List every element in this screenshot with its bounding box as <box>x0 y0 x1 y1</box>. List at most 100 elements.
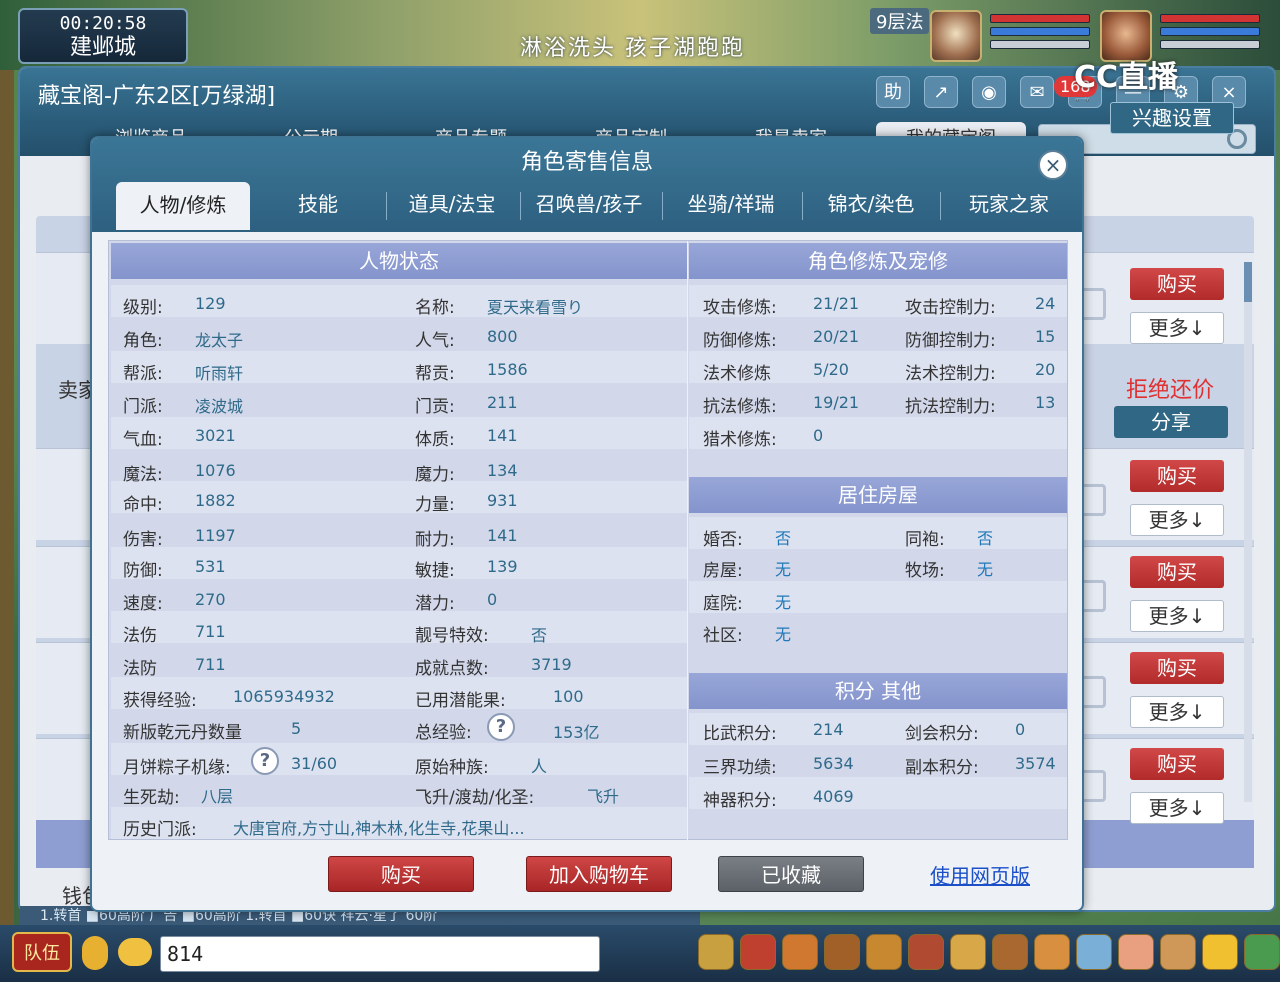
tab-items[interactable]: 道具/法宝 <box>392 182 512 230</box>
listing-scrollbar[interactable] <box>1244 262 1252 802</box>
stat-value: 3021 <box>195 426 236 445</box>
share-arrow-icon[interactable]: ↗ <box>924 76 958 108</box>
chat-bubble-icon[interactable] <box>118 938 152 966</box>
points-value: 3574 <box>1015 754 1056 773</box>
shield-icon[interactable] <box>824 934 860 970</box>
sword-icon[interactable] <box>698 934 734 970</box>
tab-skills[interactable]: 技能 <box>258 182 378 230</box>
clock-widget: 00:20:58 建邺城 <box>18 8 188 64</box>
listing-scrollbar-thumb[interactable] <box>1244 262 1252 302</box>
total-exp-help-icon[interactable]: ? <box>487 713 515 741</box>
qianyuan-label: 新版乾元丹数量 <box>123 723 242 743</box>
stat-value: 听雨轩 <box>195 364 244 383</box>
mooncake-label: 月饼粽子机缘: <box>123 758 231 778</box>
close-icon[interactable]: × <box>1038 150 1068 180</box>
smiley-icon[interactable] <box>1202 934 1238 970</box>
add-to-cart-button[interactable]: 加入购物车 <box>526 856 672 892</box>
buy-button[interactable]: 购买 <box>328 856 474 892</box>
team-flag-icon[interactable] <box>908 934 944 970</box>
listing-more-button[interactable]: 更多↓ <box>1130 600 1224 632</box>
bag-icon[interactable] <box>866 934 902 970</box>
dialog-tab-bar: 人物/修炼 技能 道具/法宝 召唤兽/孩子 坐骑/祥瑞 锦衣/染色 玩家之家 <box>116 182 1056 230</box>
house-label: 房屋: <box>703 561 743 581</box>
stat-label: 靓号特效: <box>415 626 489 646</box>
tab-pets[interactable]: 召唤兽/孩子 <box>524 182 654 230</box>
listing-more-button[interactable]: 更多↓ <box>1130 792 1224 824</box>
control-value: 24 <box>1035 294 1056 313</box>
microphone-icon[interactable] <box>82 936 108 970</box>
game-clock: 00:20:58 <box>59 13 147 34</box>
tab-divider <box>940 192 941 220</box>
store-title: 藏宝阁-广东2区[万绿湖] <box>38 84 276 109</box>
fire-icon[interactable] <box>782 934 818 970</box>
house-value: 无 <box>775 593 792 612</box>
bell-icon[interactable] <box>1034 934 1070 970</box>
points-value: 4069 <box>813 787 854 806</box>
points-value: 5634 <box>813 754 854 773</box>
tab-home[interactable]: 玩家之家 <box>944 182 1074 230</box>
tab-outfits[interactable]: 锦衣/染色 <box>806 182 936 230</box>
feisheng-value: 飞升 <box>587 787 620 806</box>
stat-label: 成就点数: <box>415 659 489 679</box>
stat-value: 3719 <box>531 655 572 674</box>
row-stripe <box>689 581 1067 613</box>
tab-divider <box>520 192 521 220</box>
stat-value: 1076 <box>195 461 236 480</box>
chat-input[interactable]: 814 <box>160 936 600 972</box>
team-button[interactable]: 队伍 <box>12 932 72 972</box>
listing-more-button[interactable]: 更多↓ <box>1130 312 1224 344</box>
house-label: 同袍: <box>905 530 945 550</box>
points-label: 神器积分: <box>703 791 777 811</box>
tab-character[interactable]: 人物/修炼 <box>116 182 250 230</box>
interest-settings-button[interactable]: 兴趣设置 <box>1110 102 1234 134</box>
message-icon[interactable]: ✉ <box>1020 76 1054 108</box>
system-icon[interactable] <box>1244 934 1280 970</box>
house-value: 无 <box>775 625 792 644</box>
friends-icon[interactable] <box>992 934 1028 970</box>
share-button[interactable]: 分享 <box>1114 406 1228 438</box>
help-icon[interactable]: 助 <box>876 76 910 108</box>
points-label: 比武积分: <box>703 724 777 744</box>
settings-icon[interactable]: ◉ <box>972 76 1006 108</box>
listing-buy-button[interactable]: 购买 <box>1130 556 1224 588</box>
stat-label: 体质: <box>415 430 455 450</box>
tab-mounts[interactable]: 坐骑/祥瑞 <box>666 182 796 230</box>
stat-value: 211 <box>487 393 518 412</box>
listing-more-button[interactable]: 更多↓ <box>1130 696 1224 728</box>
mooncake-help-icon[interactable]: ? <box>251 747 279 775</box>
current-city: 建邺城 <box>69 35 136 60</box>
treasure-chest-icon[interactable] <box>740 934 776 970</box>
stat-value: 129 <box>195 294 226 313</box>
listing-buy-button[interactable]: 购买 <box>1130 460 1224 492</box>
control-value: 15 <box>1035 327 1056 346</box>
collected-button[interactable]: 已收藏 <box>718 856 864 892</box>
listing-buy-button[interactable]: 购买 <box>1130 748 1224 780</box>
pet-portrait[interactable] <box>930 10 982 62</box>
stat-label: 角色: <box>123 331 163 351</box>
listing-buy-button[interactable]: 购买 <box>1130 652 1224 684</box>
points-section-header: 积分 其他 <box>689 673 1067 709</box>
stat-value: 凌波城 <box>195 397 244 416</box>
cultivation-value: 5/20 <box>813 360 849 379</box>
stat-label: 力量: <box>415 495 455 515</box>
scroll-icon[interactable] <box>950 934 986 970</box>
stat-label: 魔法: <box>123 465 163 485</box>
cultivation-section-header: 角色修炼及宠修 <box>689 243 1067 279</box>
map-icon[interactable] <box>1076 934 1112 970</box>
dialog-title: 角色寄售信息 <box>520 150 653 175</box>
stat-label: 耐力: <box>415 530 455 550</box>
pet-status-bars <box>990 14 1090 53</box>
house-value: 否 <box>977 529 994 548</box>
stat-label: 魔力: <box>415 465 455 485</box>
stat-label: 法防 <box>123 659 157 679</box>
cultivation-value: 0 <box>813 426 824 445</box>
cultivation-label: 猎术修炼: <box>703 430 777 450</box>
row-stripe <box>111 677 687 709</box>
listing-buy-button[interactable]: 购买 <box>1130 268 1224 300</box>
handshake-icon[interactable] <box>1160 934 1196 970</box>
peach-icon[interactable] <box>1118 934 1154 970</box>
listing-more-button[interactable]: 更多↓ <box>1130 504 1224 536</box>
stat-label: 防御: <box>123 561 163 581</box>
web-version-link[interactable]: 使用网页版 <box>930 860 1030 889</box>
stat-value: 711 <box>195 622 226 641</box>
